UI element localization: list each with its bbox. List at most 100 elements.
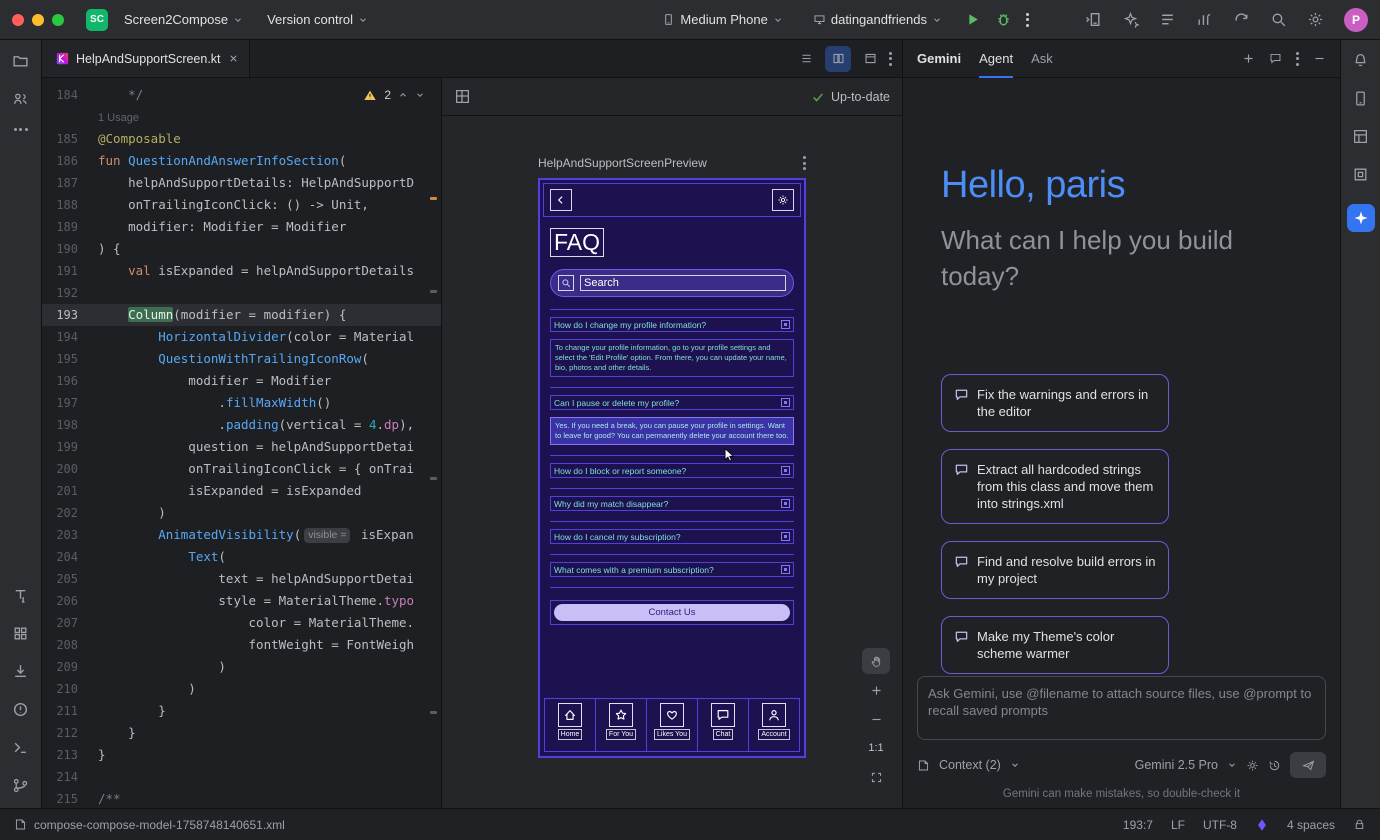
preview-options-menu[interactable] xyxy=(803,156,806,170)
device-streaming-icon[interactable] xyxy=(1085,11,1102,28)
more-tool-windows-icon[interactable] xyxy=(14,128,28,131)
layout-inspector-icon[interactable] xyxy=(1352,128,1369,145)
project-folder-icon[interactable] xyxy=(12,52,29,69)
line-ending[interactable]: LF xyxy=(1171,818,1185,832)
nav-item-account[interactable]: Account xyxy=(749,699,799,751)
code-line[interactable]: 192 xyxy=(42,282,441,304)
code-line[interactable]: 197 .fillMaxWidth() xyxy=(42,392,441,414)
run-configuration-selector[interactable]: datingandfriends xyxy=(805,8,950,31)
faq-question-row[interactable]: What comes with a premium subscription? xyxy=(550,562,794,577)
traffic-lights[interactable] xyxy=(12,14,64,26)
lock-icon[interactable] xyxy=(1353,818,1366,831)
code-line[interactable]: 209 ) xyxy=(42,656,441,678)
expand-icon[interactable] xyxy=(781,499,790,508)
plugin-diamond-icon[interactable] xyxy=(1255,818,1269,832)
expand-icon[interactable] xyxy=(781,565,790,574)
grid-view-icon[interactable] xyxy=(454,88,471,105)
code-line[interactable]: 214 xyxy=(42,766,441,788)
user-avatar[interactable]: P xyxy=(1344,8,1368,32)
device-selector[interactable]: Medium Phone xyxy=(654,8,790,31)
code-line[interactable]: 207 color = MaterialTheme. xyxy=(42,612,441,634)
code-line[interactable]: 206 style = MaterialTheme.typo xyxy=(42,590,441,612)
code-view-button[interactable] xyxy=(793,46,819,72)
run-more-menu[interactable] xyxy=(1026,13,1029,27)
run-button[interactable] xyxy=(964,11,981,28)
code-line[interactable]: 200 onTrailingIconClick = { onTrai xyxy=(42,458,441,480)
code-line[interactable]: 185@Composable xyxy=(42,128,441,150)
git-branch-icon[interactable] xyxy=(12,777,29,794)
back-button[interactable] xyxy=(550,189,572,211)
profiler-icon[interactable] xyxy=(1196,11,1213,28)
suggestion-card[interactable]: Make my Theme's color scheme warmer xyxy=(941,616,1169,674)
gradle-sync-icon[interactable] xyxy=(1233,11,1250,28)
commit-users-icon[interactable] xyxy=(12,90,29,107)
code-line[interactable]: 212 } xyxy=(42,722,441,744)
settings-button[interactable] xyxy=(772,189,794,211)
code-line[interactable]: 186fun QuestionAndAnswerInfoSection( xyxy=(42,150,441,172)
code-line[interactable]: 211 } xyxy=(42,700,441,722)
model-selector[interactable]: Gemini 2.5 Pro xyxy=(1135,758,1218,772)
code-line[interactable]: 203 AnimatedVisibility(visible = isExpan xyxy=(42,524,441,546)
code-line[interactable]: 191 val isExpanded = helpAndSupportDetai… xyxy=(42,260,441,282)
maximize-window-button[interactable] xyxy=(52,14,64,26)
expand-icon[interactable] xyxy=(781,466,790,475)
minimize-window-button[interactable] xyxy=(32,14,44,26)
split-view-button[interactable] xyxy=(825,46,851,72)
hide-panel-icon[interactable] xyxy=(1313,52,1326,65)
zoom-out-button[interactable] xyxy=(862,706,890,732)
expand-icon[interactable] xyxy=(781,398,790,407)
code-line[interactable]: 210 ) xyxy=(42,678,441,700)
indent-setting[interactable]: 4 spaces xyxy=(1287,818,1335,832)
code-editor[interactable]: 184 */1 Usage185@Composable186fun Questi… xyxy=(42,78,442,808)
contact-us-button[interactable]: Contact Us xyxy=(554,604,790,621)
code-line[interactable]: 195 QuestionWithTrailingIconRow( xyxy=(42,348,441,370)
gemini-tool-button[interactable] xyxy=(1347,204,1375,232)
expand-icon[interactable] xyxy=(781,320,790,329)
nav-item-home[interactable]: Home xyxy=(545,699,596,751)
build-icon[interactable] xyxy=(12,663,29,680)
status-file[interactable]: compose-compose-model-1758748140651.xml xyxy=(14,818,285,832)
history-icon[interactable] xyxy=(1268,759,1281,772)
editor-options-menu[interactable] xyxy=(889,52,892,66)
new-chat-icon[interactable] xyxy=(1242,52,1255,65)
project-menu[interactable]: Screen2Compose xyxy=(116,8,251,31)
file-encoding[interactable]: UTF-8 xyxy=(1203,818,1237,832)
gemini-options-menu[interactable] xyxy=(1296,52,1299,66)
code-line[interactable]: 190) { xyxy=(42,238,441,260)
search-input[interactable]: Search xyxy=(580,275,786,291)
caret-position[interactable]: 193:7 xyxy=(1123,818,1153,832)
code-line[interactable]: 205 text = helpAndSupportDetai xyxy=(42,568,441,590)
code-line[interactable]: 199 question = helpAndSupportDetai xyxy=(42,436,441,458)
notifications-bell-icon[interactable] xyxy=(1352,52,1369,69)
debug-button[interactable] xyxy=(995,11,1012,28)
search-bar[interactable]: Search xyxy=(550,269,794,297)
code-line[interactable]: 193 Column(modifier = modifier) { xyxy=(42,304,441,326)
code-line[interactable]: 204 Text( xyxy=(42,546,441,568)
suggestion-card[interactable]: Find and resolve build errors in my proj… xyxy=(941,541,1169,599)
code-line[interactable]: 187 helpAndSupportDetails: HelpAndSuppor… xyxy=(42,172,441,194)
code-line[interactable]: 196 modifier = Modifier xyxy=(42,370,441,392)
fit-screen-button[interactable] xyxy=(862,764,890,790)
code-line[interactable]: 215/** xyxy=(42,788,441,808)
nav-item-likes-you[interactable]: Likes You xyxy=(647,699,698,751)
design-view-button[interactable] xyxy=(857,46,883,72)
close-window-button[interactable] xyxy=(12,14,24,26)
zoom-in-button[interactable] xyxy=(862,677,890,703)
code-line[interactable]: 201 isExpanded = isExpanded xyxy=(42,480,441,502)
text-tool-icon[interactable] xyxy=(12,587,29,604)
code-line[interactable]: 213} xyxy=(42,744,441,766)
code-line[interactable]: 1 Usage xyxy=(42,106,441,128)
faq-question-row[interactable]: Why did my match disappear? xyxy=(550,496,794,511)
faq-question-row[interactable]: How do I cancel my subscription? xyxy=(550,529,794,544)
code-line[interactable]: 208 fontWeight = FontWeigh xyxy=(42,634,441,656)
resource-manager-icon[interactable] xyxy=(12,625,29,642)
ai-actions-icon[interactable] xyxy=(1122,11,1139,28)
usage-hint[interactable]: 1 Usage xyxy=(98,112,139,124)
next-warning-icon[interactable] xyxy=(415,90,425,100)
code-line[interactable]: 194 HorizontalDivider(color = Material xyxy=(42,326,441,348)
terminal-icon[interactable] xyxy=(12,739,29,756)
app-inspection-icon[interactable] xyxy=(1352,166,1369,183)
code-line[interactable]: 202 ) xyxy=(42,502,441,524)
code-line[interactable]: 188 onTrailingIconClick: () -> Unit, xyxy=(42,194,441,216)
faq-question-row[interactable]: How do I block or report someone? xyxy=(550,463,794,478)
